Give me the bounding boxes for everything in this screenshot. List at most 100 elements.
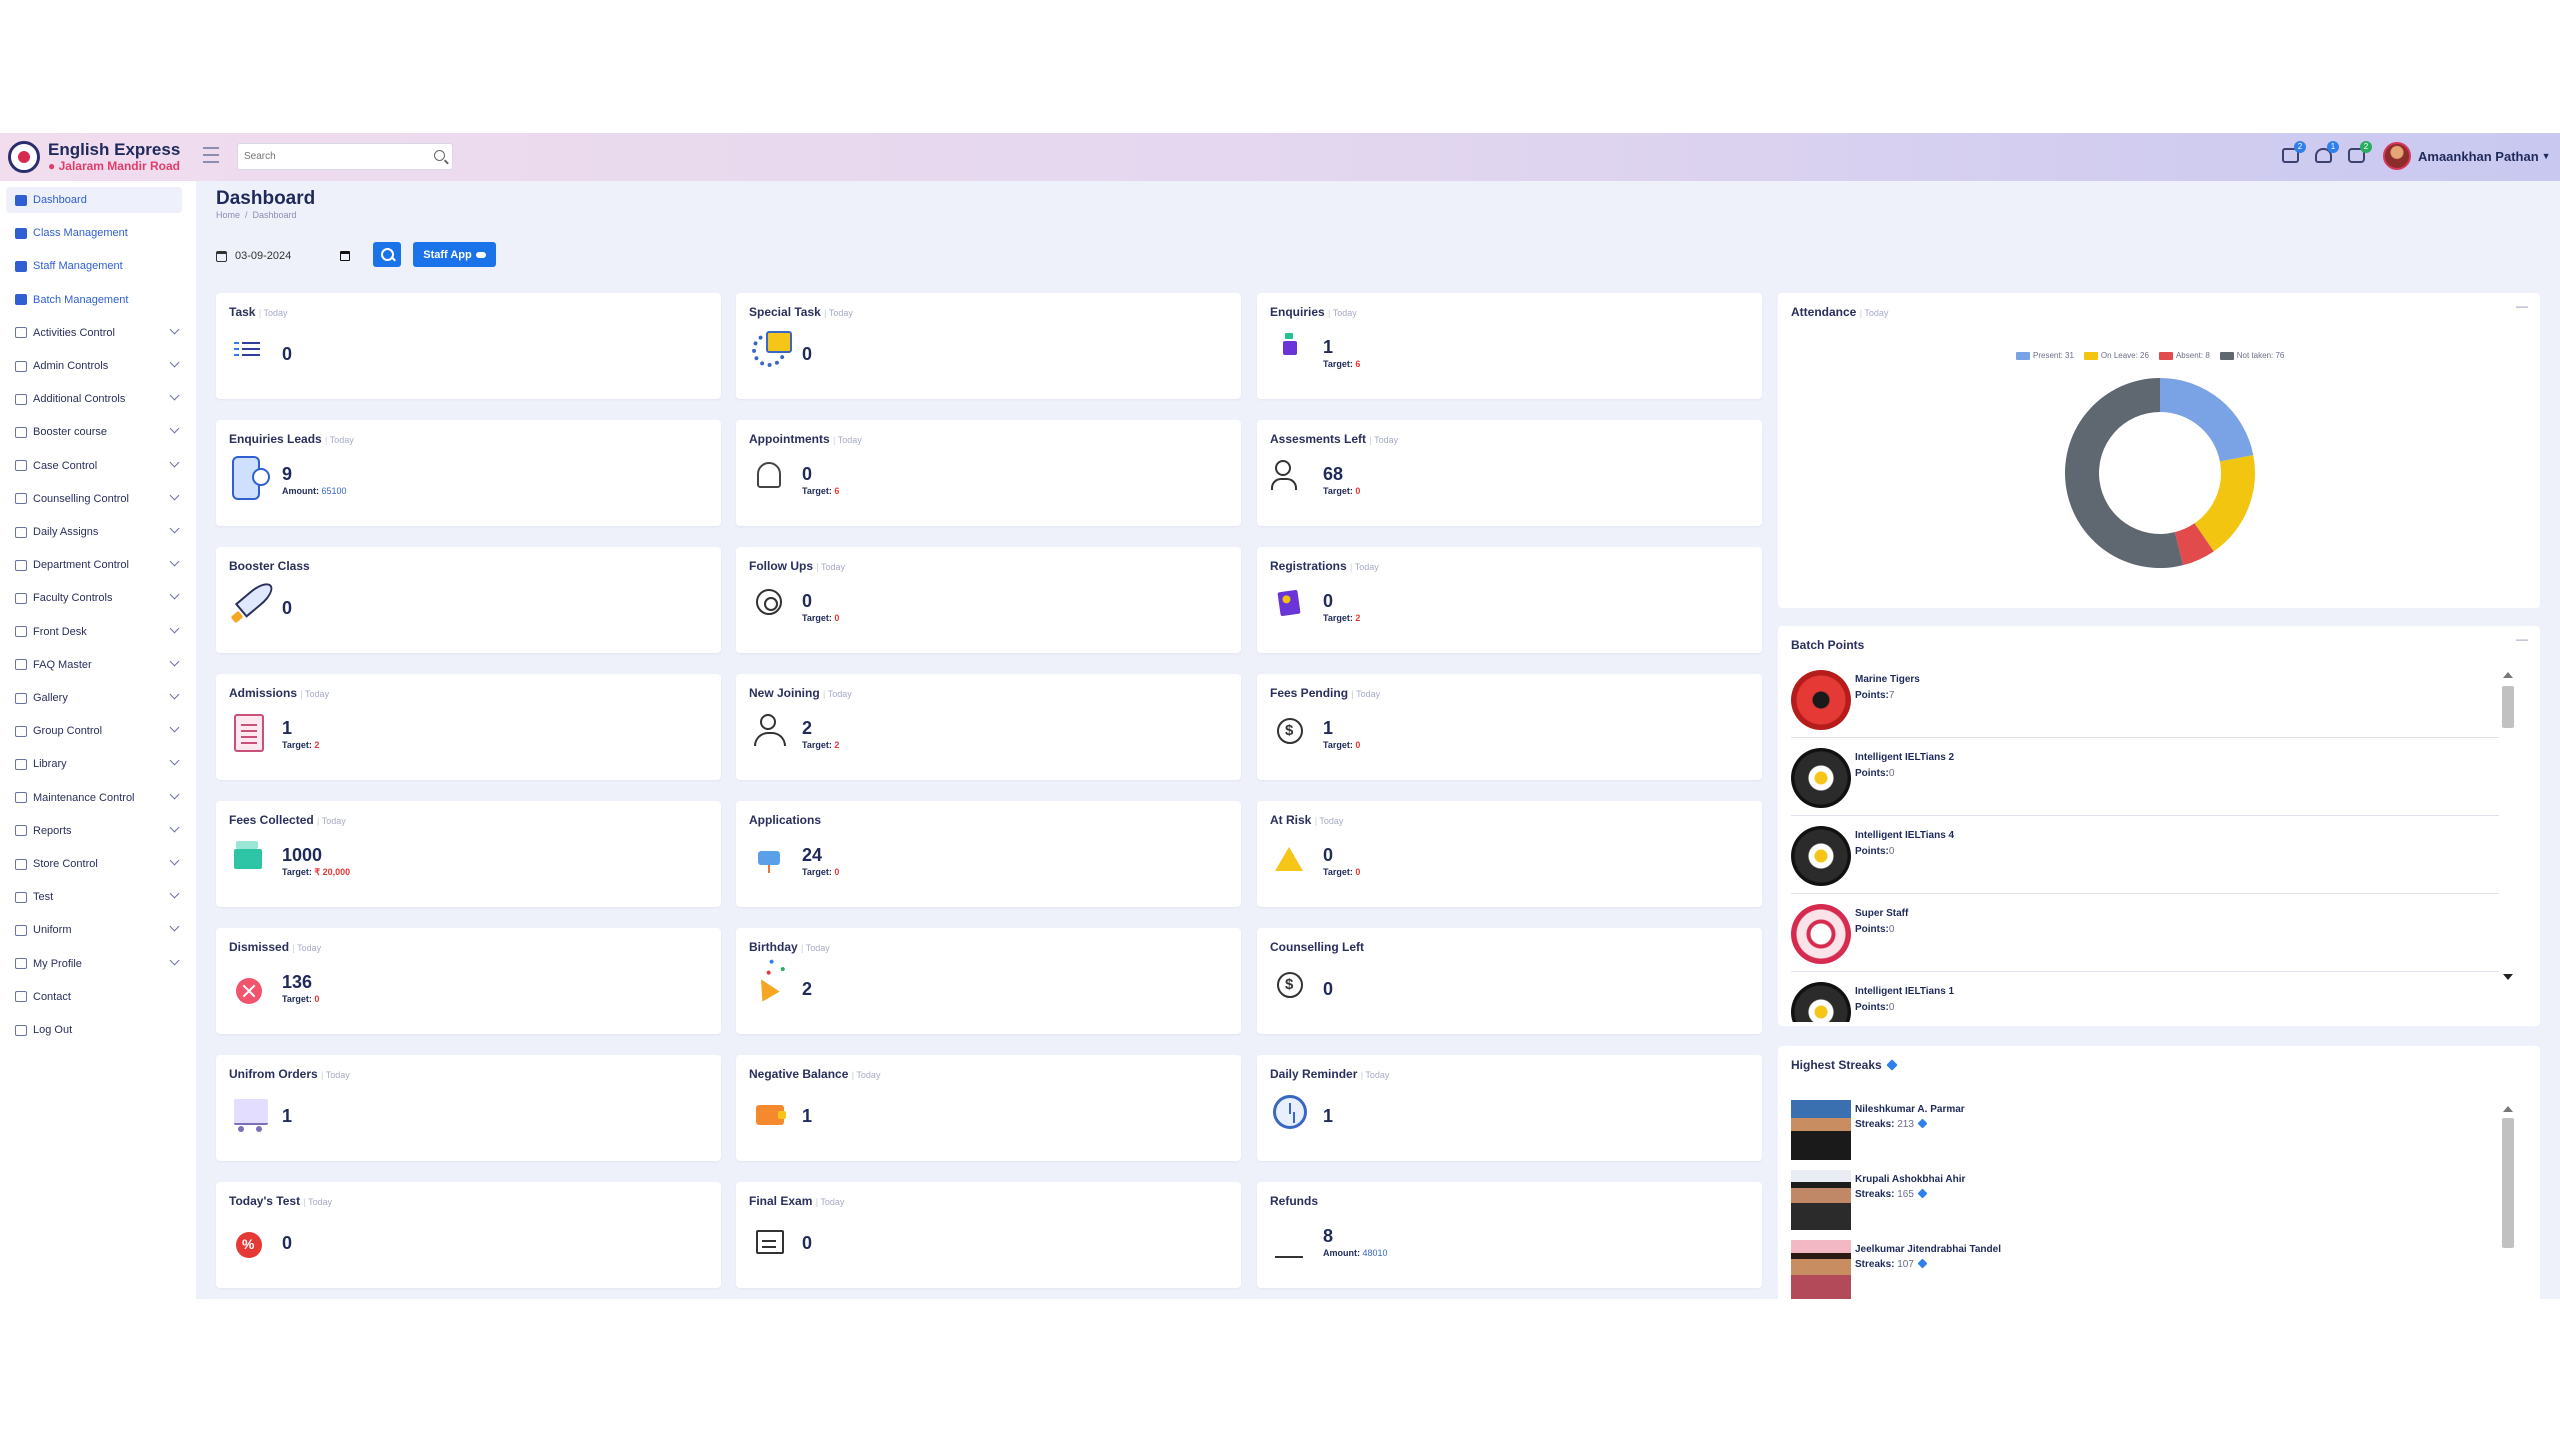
sidebar-item-test[interactable]: Test [6, 884, 182, 910]
menu-toggle-icon[interactable] [203, 147, 219, 163]
breadcrumb-home[interactable]: Home [216, 210, 240, 220]
search-icon[interactable] [434, 150, 445, 161]
card-refunds[interactable]: Refunds 8 Amount: 48010 [1257, 1182, 1762, 1288]
chevron-down-icon[interactable] [169, 656, 180, 667]
date-picker-icon[interactable] [340, 251, 350, 261]
chevron-down-icon[interactable] [169, 921, 180, 932]
sidebar-item-daily-assigns[interactable]: Daily Assigns [6, 519, 182, 545]
sidebar-item-booster-course[interactable]: Booster course [6, 419, 182, 445]
donut-slice-present[interactable] [2160, 378, 2254, 462]
card-counselling-left[interactable]: Counselling Left 0 [1257, 928, 1762, 1034]
list-item[interactable]: Nileshkumar A. Parmar Streaks: 213 [1791, 1100, 2491, 1166]
sidebar-item-front-desk[interactable]: Front Desk [6, 619, 182, 645]
scroll-up-icon[interactable] [2503, 1106, 2513, 1112]
chevron-down-icon[interactable] [169, 556, 180, 567]
brand[interactable]: English Express ● Jalaram Mandir Road [8, 139, 180, 175]
search-button[interactable] [373, 242, 401, 267]
list-item[interactable]: Jeelkumar Jitendrabhai Tandel Streaks: 10… [1791, 1240, 2491, 1299]
chevron-down-icon[interactable] [169, 324, 180, 335]
scroll-thumb[interactable] [2502, 1118, 2514, 1248]
list-item[interactable]: Intelligent IELTians 1 Points:0 [1791, 972, 2506, 1022]
sidebar-item-uniform[interactable]: Uniform [6, 917, 182, 943]
chevron-down-icon[interactable] [169, 755, 180, 766]
card-applications[interactable]: Applications 24 Target: 0 [736, 801, 1241, 907]
sidebar-item-my-profile[interactable]: My Profile [6, 951, 182, 977]
card-special-task[interactable]: Special Task Today 0 [736, 293, 1241, 399]
chevron-down-icon[interactable] [169, 589, 180, 600]
sidebar-item-log-out[interactable]: Log Out [6, 1017, 182, 1043]
staff-app-button[interactable]: Staff App [413, 242, 496, 267]
list-item[interactable]: Intelligent IELTians 4 Points:0 [1791, 816, 2506, 894]
card-new-joining[interactable]: New Joining Today 2 Target: 2 [736, 674, 1241, 780]
sidebar-item-faq-master[interactable]: FAQ Master [6, 652, 182, 678]
sidebar-item-activities-control[interactable]: Activities Control [6, 320, 182, 346]
card-daily-reminder[interactable]: Daily Reminder Today 1 [1257, 1055, 1762, 1161]
chevron-down-icon[interactable] [169, 722, 180, 733]
card-birthday[interactable]: Birthday Today 2 [736, 928, 1241, 1034]
card-dismissed[interactable]: Dismissed Today 136 Target: 0 [216, 928, 721, 1034]
chevron-down-icon[interactable] [169, 423, 180, 434]
card-task[interactable]: Task Today 0 [216, 293, 721, 399]
chevron-down-icon[interactable] [169, 855, 180, 866]
sidebar-item-case-control[interactable]: Case Control [6, 453, 182, 479]
chevron-down-icon[interactable] [169, 689, 180, 700]
chevron-down-icon[interactable] [169, 888, 180, 899]
list-item[interactable]: Krupali Ashokbhai Ahir Streaks: 165 [1791, 1170, 2491, 1236]
card-admissions[interactable]: Admissions Today 1 Target: 2 [216, 674, 721, 780]
chevron-down-icon[interactable] [169, 623, 180, 634]
scrollbar[interactable] [2499, 668, 2515, 984]
sidebar-item-counselling-control[interactable]: Counselling Control [6, 486, 182, 512]
card-enquiries[interactable]: Enquiries Today 1 Target: 6 [1257, 293, 1762, 399]
card-uniform-orders[interactable]: Unifrom Orders Today 1 [216, 1055, 721, 1161]
chevron-down-icon[interactable] [169, 523, 180, 534]
list-item[interactable]: Super Staff Points:0 [1791, 894, 2506, 972]
search-input[interactable] [238, 144, 418, 169]
card-registrations[interactable]: Registrations Today 0 Target: 2 [1257, 547, 1762, 653]
card-final-exam[interactable]: Final Exam Today 0 [736, 1182, 1241, 1288]
chevron-down-icon[interactable] [169, 457, 180, 468]
list-item[interactable]: Intelligent IELTians 2 Points:0 [1791, 738, 2506, 816]
sidebar-item-dashboard[interactable]: Dashboard [6, 187, 182, 213]
chevron-down-icon[interactable] [169, 490, 180, 501]
bell-icon[interactable]: 1 [2313, 141, 2339, 167]
card-fees-pending[interactable]: Fees Pending Today 1 Target: 0 [1257, 674, 1762, 780]
chevron-down-icon[interactable] [169, 789, 180, 800]
sidebar-item-staff-management[interactable]: Staff Management [6, 253, 182, 279]
sidebar-item-gallery[interactable]: Gallery [6, 685, 182, 711]
chevron-down-icon[interactable] [169, 390, 180, 401]
chevron-down-icon[interactable] [169, 822, 180, 833]
list-item[interactable]: Marine Tigers Points:7 [1791, 660, 2506, 738]
chat-icon[interactable]: 2 [2346, 141, 2372, 167]
sidebar-item-contact[interactable]: Contact [6, 984, 182, 1010]
chevron-down-icon[interactable] [169, 955, 180, 966]
card-fees-collected[interactable]: Fees Collected Today 1000 Target: ₹ 20,000 [216, 801, 721, 907]
sidebar-item-department-control[interactable]: Department Control [6, 552, 182, 578]
notes-icon[interactable]: 2 [2280, 141, 2306, 167]
sidebar-item-reports[interactable]: Reports [6, 818, 182, 844]
scroll-thumb[interactable] [2502, 686, 2514, 728]
sidebar-item-faculty-controls[interactable]: Faculty Controls [6, 585, 182, 611]
sidebar-item-admin-controls[interactable]: Admin Controls [6, 353, 182, 379]
card-todays-test[interactable]: Today's Test Today 0 [216, 1182, 721, 1288]
scroll-up-icon[interactable] [2503, 672, 2513, 678]
sidebar-item-batch-management[interactable]: Batch Management [6, 287, 182, 313]
card-follow-ups[interactable]: Follow Ups Today 0 Target: 0 [736, 547, 1241, 653]
sidebar-item-group-control[interactable]: Group Control [6, 718, 182, 744]
scrollbar[interactable] [2499, 1102, 2515, 1262]
card-enquiries-leads[interactable]: Enquiries Leads Today 9 Amount: 65100 [216, 420, 721, 526]
sidebar-item-maintenance-control[interactable]: Maintenance Control [6, 785, 182, 811]
user-menu[interactable]: Amaankhan Pathan ▼ [2383, 142, 2551, 170]
sidebar-item-additional-controls[interactable]: Additional Controls [6, 386, 182, 412]
more-icon[interactable]: — [2516, 632, 2528, 646]
card-at-risk[interactable]: At Risk Today 0 Target: 0 [1257, 801, 1762, 907]
chevron-down-icon[interactable] [169, 357, 180, 368]
sidebar-item-library[interactable]: Library [6, 751, 182, 777]
sidebar-item-class-management[interactable]: Class Management [6, 220, 182, 246]
date-input[interactable]: 03-09-2024 [235, 245, 350, 267]
scroll-down-icon[interactable] [2503, 974, 2513, 980]
card-assessments-left[interactable]: Assesments Left Today 68 Target: 0 [1257, 420, 1762, 526]
card-negative-balance[interactable]: Negative Balance Today 1 [736, 1055, 1241, 1161]
card-booster-class[interactable]: Booster Class 0 [216, 547, 721, 653]
card-appointments[interactable]: Appointments Today 0 Target: 6 [736, 420, 1241, 526]
sidebar-item-store-control[interactable]: Store Control [6, 851, 182, 877]
